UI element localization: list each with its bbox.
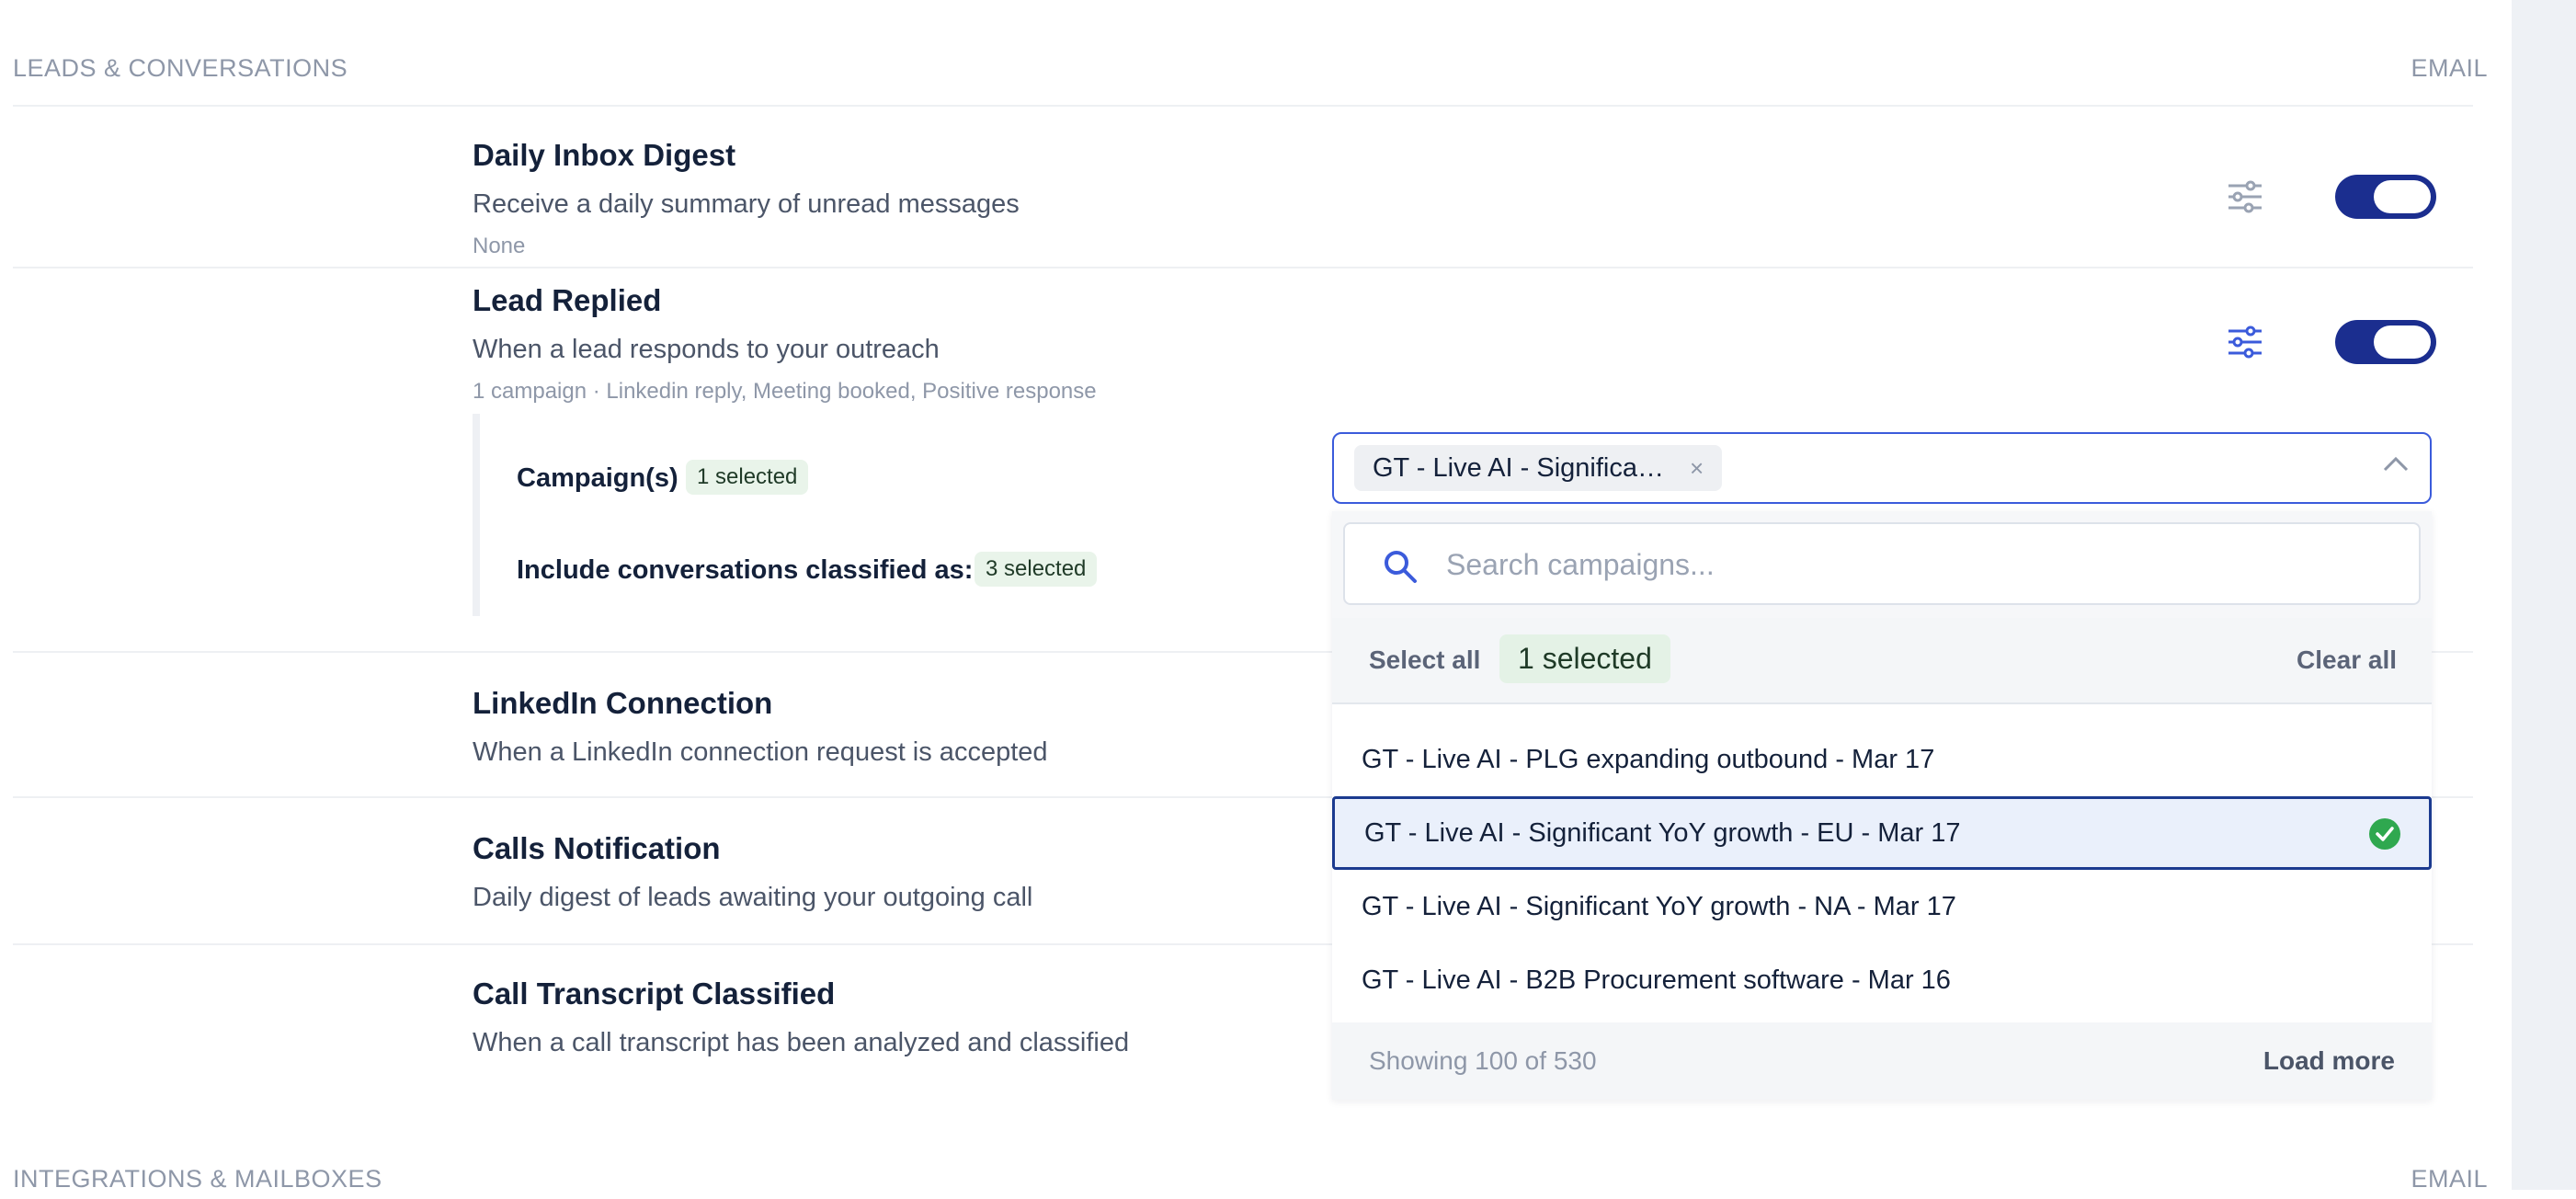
close-icon[interactable]: × [1690,454,1704,483]
row-title-linkedin-connection: LinkedIn Connection [473,686,773,720]
toggle-knob [2374,180,2431,213]
select-all-button[interactable]: Select all [1369,645,1480,675]
section-title: LEADS & CONVERSATIONS [13,53,348,82]
row-desc-call-transcript: When a call transcript has been analyzed… [473,1028,1130,1057]
option-label: GT - Live AI - PLG expanding outbound - … [1362,744,1935,774]
dropdown-search-area [1332,511,2432,618]
row-desc-daily-digest: Receive a daily summary of unread messag… [473,189,1020,219]
load-more-button[interactable]: Load more [2263,1046,2395,1076]
divider [13,105,2473,107]
campaigns-dropdown: Select all 1 selected Clear all GT - Liv… [1332,511,2432,1100]
campaigns-label: Campaign(s) [517,463,678,493]
campaign-option-selected[interactable]: GT - Live AI - Significant YoY growth - … [1332,796,2432,870]
row-title-call-transcript: Call Transcript Classified [473,976,836,1011]
search-icon [1385,551,1417,583]
dropdown-footer: Showing 100 of 530 Load more [1332,1022,2432,1100]
sliders-icon[interactable] [2225,177,2265,217]
search-box[interactable] [1343,522,2421,605]
showing-count: Showing 100 of 530 [1369,1046,1597,1075]
section-header-leads: LEADS & CONVERSATIONS EMAIL [13,48,2488,88]
option-label: GT - Live AI - Significant YoY growth - … [1362,891,1956,921]
clear-all-button[interactable]: Clear all [2297,645,2397,675]
row-desc-lead-replied: When a lead responds to your outreach [473,335,940,364]
option-label: GT - Live AI - Significant YoY growth - … [1364,817,1961,848]
row-desc-calls-notification: Daily digest of leads awaiting your outg… [473,883,1033,912]
option-label: GT - Live AI - B2B Procurement software … [1362,965,1951,995]
toggle-knob [2374,325,2431,359]
toggle-lead-replied[interactable] [2335,320,2436,364]
row-title-daily-digest: Daily Inbox Digest [473,138,736,172]
chip-label: GT - Live AI - Significa… [1373,452,1664,483]
selected-campaign-chip: GT - Live AI - Significa… × [1354,445,1723,491]
campaign-option[interactable]: GT - Live AI - Significant YoY growth - … [1332,870,2432,943]
row-desc-linkedin-connection: When a LinkedIn connection request is ac… [473,737,1048,767]
campaigns-select[interactable]: GT - Live AI - Significa… × [1332,432,2432,504]
campaigns-count-badge: 1 selected [686,460,809,495]
divider [13,267,2473,268]
campaign-option[interactable]: GT - Live AI - PLG expanding outbound - … [1332,723,2432,796]
row-meta-daily-digest: None [473,234,526,258]
sliders-icon[interactable] [2225,322,2265,362]
classified-count-badge: 3 selected [975,552,1098,587]
campaign-option[interactable]: GT - Live AI - B2B Procurement software … [1332,943,2432,1017]
scrollbar-track[interactable] [2512,0,2576,1190]
section-channel-label: EMAIL [2411,53,2488,82]
classified-label: Include conversations classified as: [517,555,974,585]
section-header-integrations: INTEGRATIONS & MAILBOXES EMAIL [13,1159,2488,1199]
row-title-lead-replied: Lead Replied [473,283,662,317]
selected-count-badge: 1 selected [1499,634,1670,683]
toggle-daily-digest[interactable] [2335,175,2436,219]
section-title: INTEGRATIONS & MAILBOXES [13,1164,382,1193]
search-input[interactable] [1444,541,2386,588]
section-channel-label: EMAIL [2411,1164,2488,1193]
row-meta-lead-replied: 1 campaign · Linkedin reply, Meeting boo… [473,379,1097,404]
dropdown-actions-bar: Select all 1 selected Clear all [1332,618,2432,704]
check-circle-icon [2369,818,2400,850]
lead-replied-config-panel: Campaign(s) 1 selected Include conversat… [473,414,1399,616]
row-title-calls-notification: Calls Notification [473,831,721,865]
chevron-up-icon[interactable] [2382,456,2410,473]
